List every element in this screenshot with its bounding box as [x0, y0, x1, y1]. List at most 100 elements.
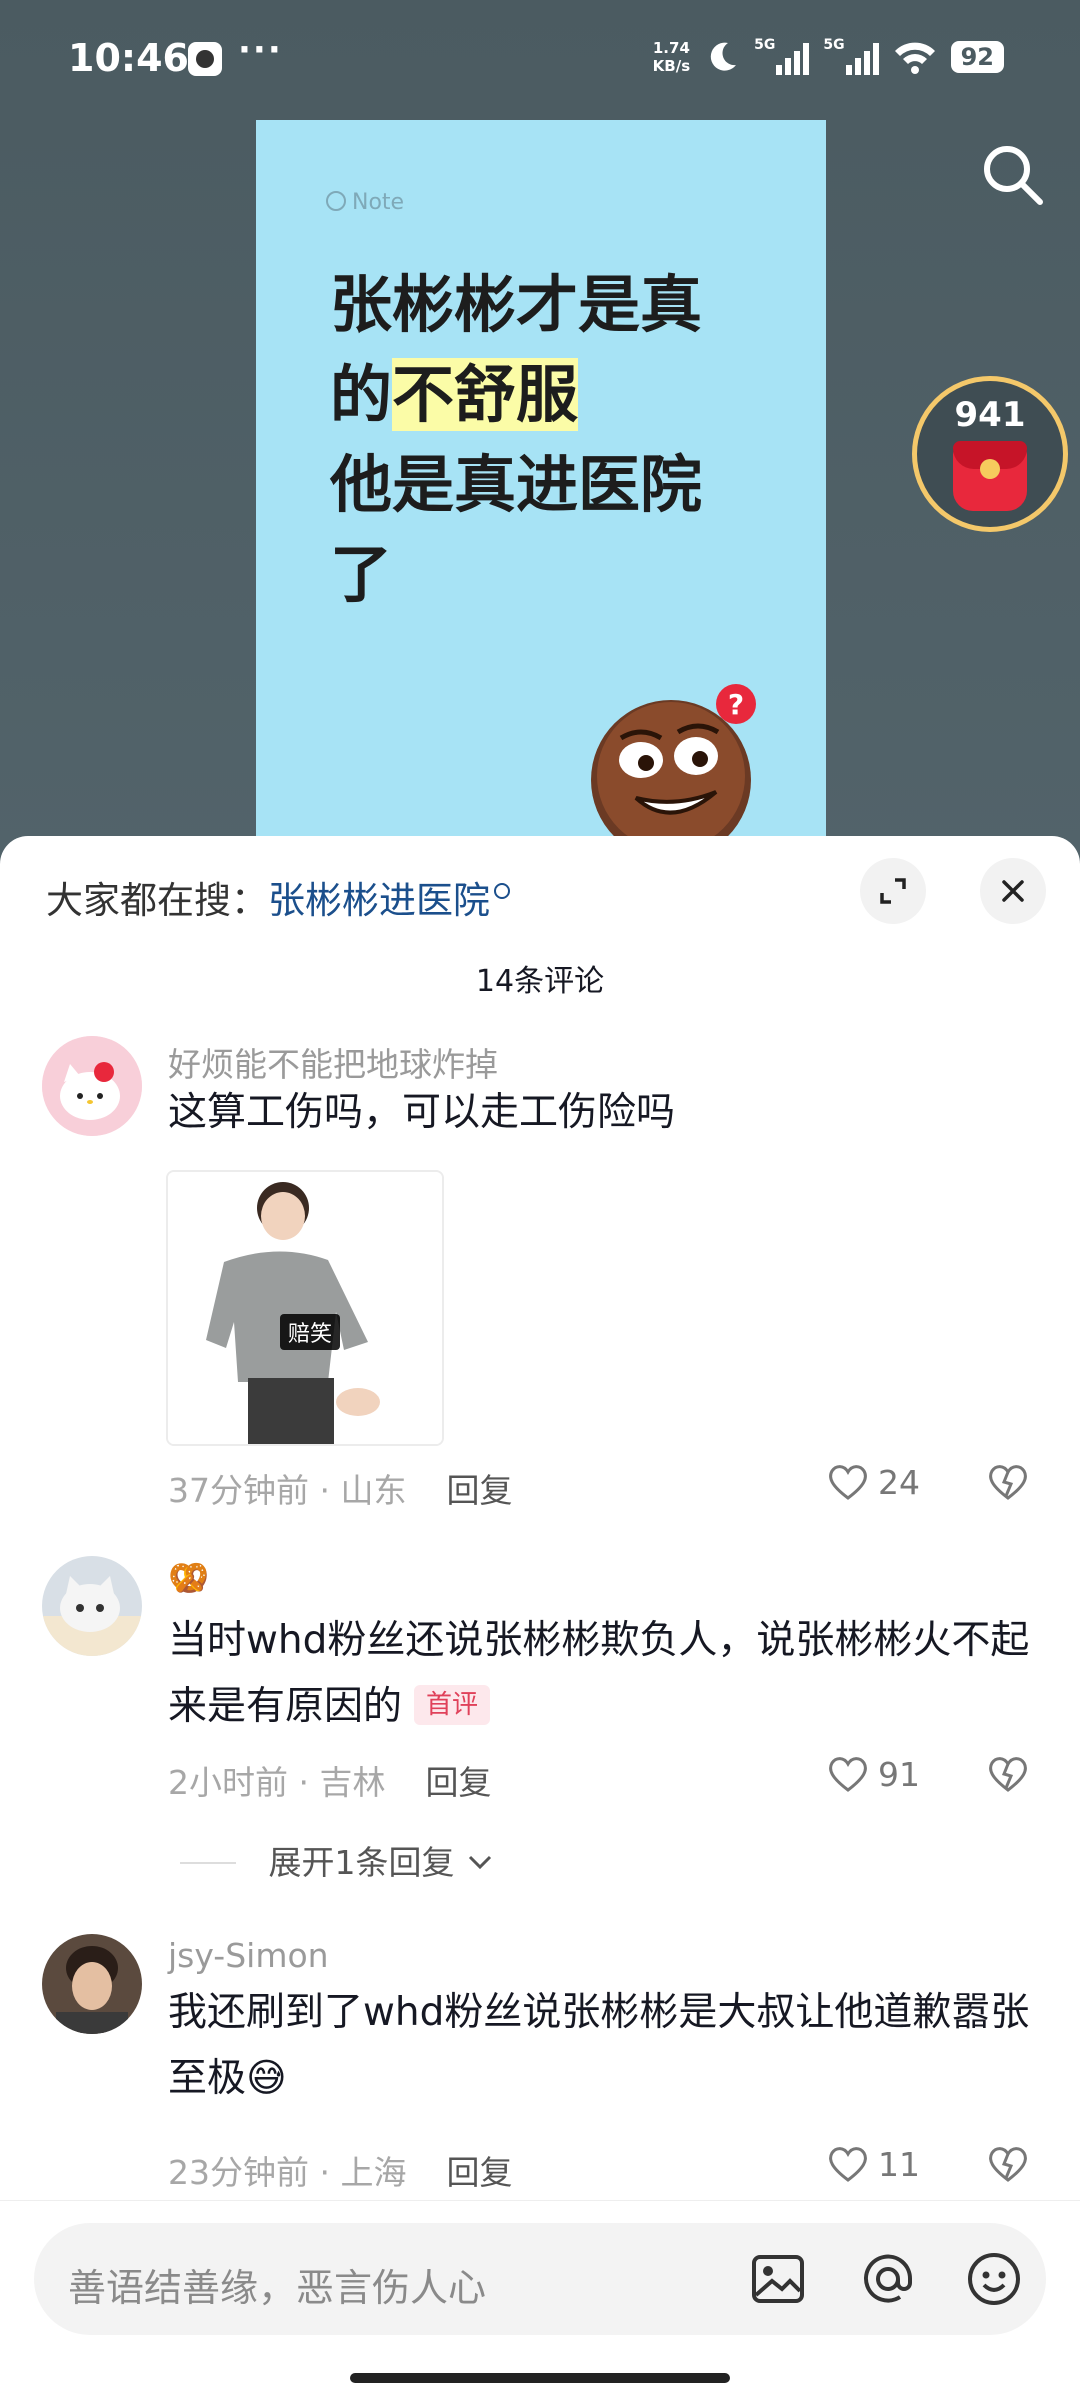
note-line-4: 了: [330, 538, 393, 611]
red-packet-icon: [953, 441, 1027, 511]
dislike-icon: [989, 1465, 1027, 1500]
mention-button[interactable]: [856, 2247, 920, 2311]
search-icon: [984, 146, 1043, 205]
cat-avatar: [42, 1556, 142, 1656]
comment-text-body: 当时whd粉丝还说张彬彬欺负人，说张彬彬火不起来是有原因的: [168, 1618, 1030, 1729]
like-button[interactable]: 24: [826, 1462, 920, 1502]
close-icon: [1002, 880, 1024, 902]
status-time: 10:46: [68, 36, 189, 80]
comment-location: 上海: [340, 2153, 407, 2192]
heart-icon: [829, 1757, 867, 1792]
status-indicators: 1.74 KB/s 5G 5G 92: [653, 34, 1004, 80]
signal-2-label: 5G: [823, 37, 845, 53]
network-speed: 1.74 KB/s: [653, 39, 690, 75]
battery-level: 92: [950, 41, 1004, 73]
like-count: 24: [878, 1462, 920, 1502]
clock-app-icon: [188, 42, 222, 76]
comment-username[interactable]: jsy-Simon: [168, 1936, 329, 1975]
reply-button[interactable]: 回复: [446, 2153, 512, 2192]
heart-icon: [829, 2147, 867, 2182]
image-icon: [752, 2255, 804, 2303]
comment-text: 当时whd粉丝还说张彬彬欺负人，说张彬彬火不起来是有原因的 首评: [168, 1608, 1048, 1740]
signal-bars-icon: [845, 43, 879, 75]
avatar[interactable]: [42, 1036, 142, 1136]
reply-button[interactable]: 回复: [425, 1763, 491, 1802]
image-button[interactable]: [746, 2247, 810, 2311]
like-count: 11: [878, 2144, 920, 2184]
person-avatar: [42, 1934, 142, 2034]
chevron-down-icon: [468, 1855, 492, 1870]
search-button[interactable]: [978, 140, 1048, 210]
comment-sheet: 大家都在搜：张彬彬进医院 14条评论 好烦能不能把地球炸掉 这算工伤吗，可以走工…: [0, 836, 1080, 2400]
comment-text: 这算工伤吗，可以走工伤险吗: [168, 1090, 676, 1135]
expand-icon: [880, 878, 906, 904]
like-button[interactable]: 91: [826, 1754, 920, 1794]
comment-location: 山东: [340, 1471, 407, 1510]
moon-icon: [710, 42, 737, 71]
signal-bars-icon: [776, 43, 810, 75]
awkward-emoji-sticker: ?: [591, 684, 756, 860]
note-highlight: 不舒服: [392, 358, 579, 431]
network-speed-unit: KB/s: [652, 57, 691, 75]
video-note-card[interactable]: Note 张彬彬才是真 的不舒服 他是真进医院 了 ?: [256, 120, 826, 860]
comment-meta: 2小时前 · 吉林 回复: [168, 1763, 492, 1802]
hot-search[interactable]: 大家都在搜：张彬彬进医院: [46, 870, 510, 924]
sweat-smile-emoji: 😅: [246, 2056, 287, 2101]
first-comment-badge: 首评: [414, 1685, 491, 1725]
emoji-icon: [968, 2253, 1020, 2305]
note-line-3: 他是真进医院: [330, 448, 703, 521]
at-icon: [864, 2254, 913, 2303]
note-tag: Note: [326, 190, 404, 215]
comment-meta: 37分钟前 · 山东 回复: [168, 1471, 513, 1510]
heart-icon: [829, 1465, 867, 1500]
signal-2: 5G: [823, 37, 879, 77]
red-packet-button[interactable]: 941: [912, 376, 1068, 532]
signal-1: 5G: [754, 37, 810, 77]
expand-replies-button[interactable]: 展开1条回复: [180, 1836, 495, 1884]
home-indicator[interactable]: [350, 2373, 730, 2383]
sticker-person-image: [168, 1172, 442, 1444]
hot-search-keyword[interactable]: 张彬彬进医院: [268, 879, 490, 922]
note-title: 张彬彬才是真 的不舒服 他是真进医院 了: [330, 260, 760, 620]
comment-meta: 23分钟前 · 上海 回复: [168, 2153, 513, 2192]
red-packet-count: 941: [954, 395, 1026, 435]
comment-sticker-image[interactable]: 赔笑: [166, 1170, 444, 1446]
comment-text: 我还刷到了whd粉丝说张彬彬是大叔让他道歉嚣张至极😅: [168, 1980, 1048, 2112]
comment-input[interactable]: 善语结善缘，恶言伤人心: [34, 2223, 1046, 2335]
comment-username[interactable]: 🥨: [168, 1558, 209, 1598]
like-button[interactable]: 11: [826, 2144, 920, 2184]
dislike-button[interactable]: [986, 1754, 1030, 1798]
comment-input-placeholder: 善语结善缘，恶言伤人心: [68, 2266, 487, 2310]
emoji-button[interactable]: [962, 2247, 1026, 2311]
avatar[interactable]: [42, 1556, 142, 1656]
dislike-button[interactable]: [986, 1462, 1030, 1506]
comment-text-body: 我还刷到了whd粉丝说张彬彬是大叔让他道歉嚣张至极: [168, 1990, 1030, 2101]
sticker-label: 赔笑: [280, 1314, 341, 1350]
expand-replies-label: 展开1条回复: [268, 1843, 455, 1882]
dislike-button[interactable]: [986, 2144, 1030, 2188]
comment-count: 14条评论: [475, 964, 605, 999]
avatar[interactable]: [42, 1934, 142, 2034]
hot-search-label: 大家都在搜：: [46, 879, 268, 922]
expand-button[interactable]: [860, 858, 926, 924]
close-button[interactable]: [980, 858, 1046, 924]
comment-input-bar: 善语结善缘，恶言伤人心: [0, 2200, 1080, 2400]
dislike-icon: [989, 1757, 1027, 1792]
comment-location: 吉林: [319, 1763, 386, 1802]
search-small-icon: [494, 883, 510, 899]
wifi-icon: [894, 42, 935, 74]
note-line-2-pre: 的: [330, 358, 393, 431]
comment-time: 37分钟前: [168, 1471, 309, 1510]
svg-text:?: ?: [728, 688, 744, 721]
status-bar: 10:46 ··· 1.74 KB/s 5G 5G 92: [0, 0, 1080, 120]
signal-1-label: 5G: [754, 37, 776, 53]
dislike-icon: [989, 2147, 1027, 2182]
comment-username[interactable]: 好烦能不能把地球炸掉: [168, 1038, 498, 1086]
hello-kitty-avatar: [42, 1036, 142, 1136]
like-count: 91: [878, 1754, 920, 1794]
more-notifications-icon: ···: [238, 30, 283, 70]
comment-time: 2小时前: [168, 1763, 288, 1802]
note-line-1: 张彬彬才是真: [330, 268, 703, 341]
reply-button[interactable]: 回复: [446, 1471, 512, 1510]
comment-time: 23分钟前: [168, 2153, 309, 2192]
